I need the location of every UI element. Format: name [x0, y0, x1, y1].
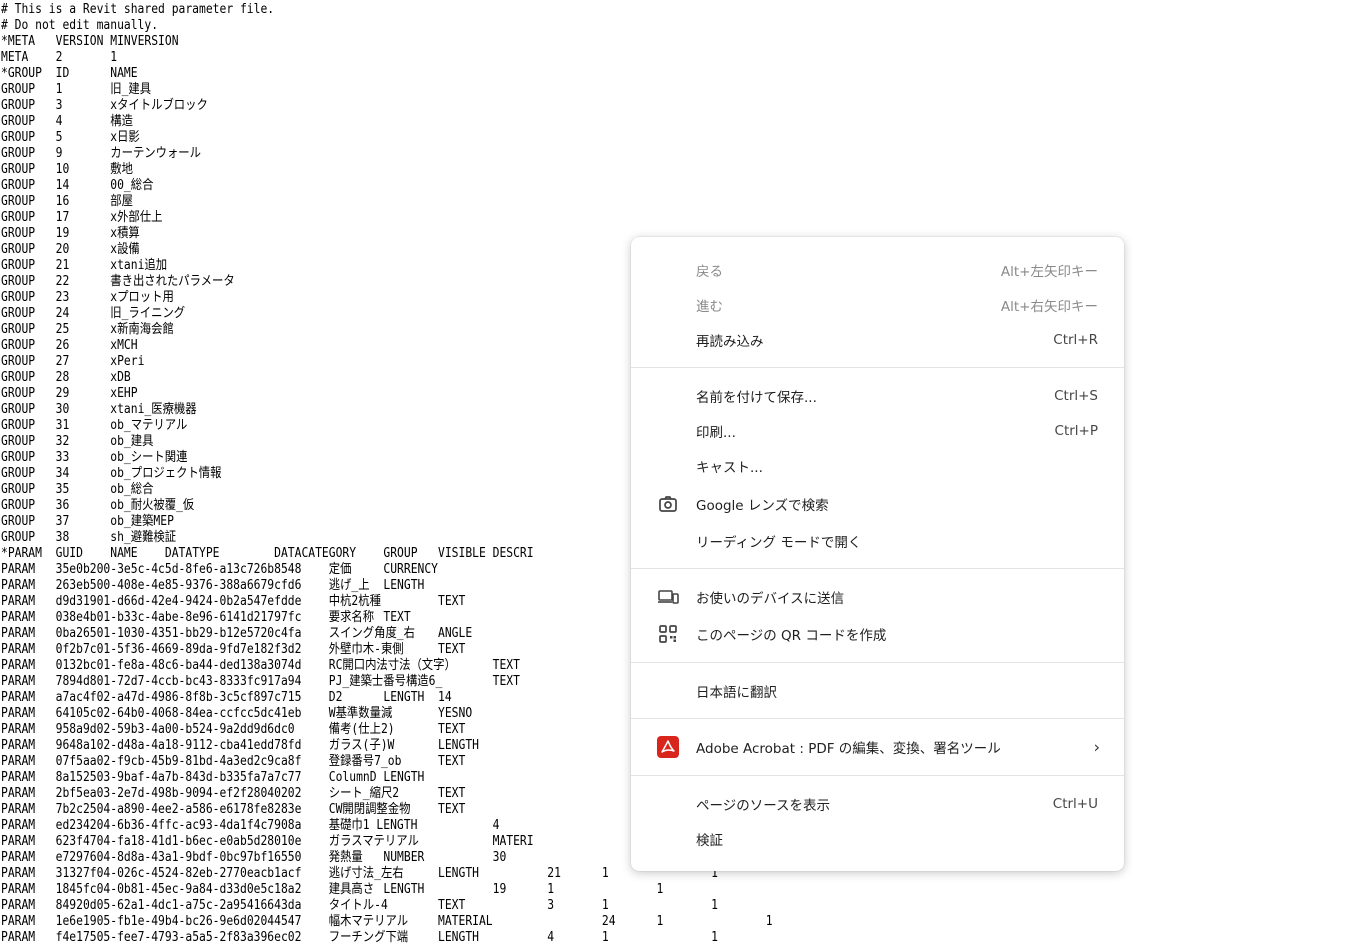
text-line: PARAM 1e6e1905-fb1e-49b4-bc26-9e6d020445… — [1, 914, 773, 929]
menu-item-reload[interactable]: 再読み込み Ctrl+R — [631, 323, 1124, 357]
text-line: *META VERSION MINVERSION — [1, 34, 179, 49]
menu-item-qr-code[interactable]: このページの QR コードを作成 — [631, 617, 1124, 651]
text-line: GROUP 4 構造 — [1, 114, 133, 129]
camera-search-icon — [657, 493, 679, 515]
menu-item-cast[interactable]: キャスト... — [631, 449, 1124, 483]
menu-item-label: 名前を付けて保存... — [696, 390, 817, 406]
menu-item-adobe-acrobat[interactable]: Adobe Acrobat : PDF の編集、変換、署名ツール › — [631, 730, 1124, 764]
menu-item-label: 検証 — [696, 833, 723, 849]
menu-item-label: 戻る — [696, 264, 723, 280]
text-line: GROUP 17 x外部仕上 — [1, 210, 163, 225]
menu-item-shortcut: Ctrl+S — [1054, 388, 1098, 404]
adobe-acrobat-icon — [657, 736, 679, 758]
devices-icon — [657, 586, 679, 608]
menu-item-print[interactable]: 印刷... Ctrl+P — [631, 414, 1124, 448]
menu-separator — [631, 718, 1124, 719]
text-line: *GROUP ID NAME — [1, 66, 138, 81]
menu-item-label: このページの QR コードを作成 — [696, 628, 887, 644]
menu-item-reading-mode[interactable]: リーディング モードで開く — [631, 524, 1124, 558]
menu-item-shortcut: Alt+左矢印キー — [1000, 264, 1098, 280]
menu-item-save-as[interactable]: 名前を付けて保存... Ctrl+S — [631, 379, 1124, 413]
menu-item-translate[interactable]: 日本語に翻訳 — [631, 674, 1124, 708]
text-line: GROUP 1 旧_建具 — [1, 82, 152, 97]
text-line: # This is a Revit shared parameter file. — [1, 2, 275, 17]
menu-item-label: Adobe Acrobat : PDF の編集、変換、署名ツール — [696, 741, 1001, 757]
menu-item-label: Google レンズで検索 — [696, 498, 829, 514]
menu-item-shortcut: Ctrl+P — [1054, 423, 1098, 439]
menu-item-shortcut: Ctrl+R — [1053, 332, 1098, 348]
menu-item-back[interactable]: 戻る Alt+左矢印キー — [631, 253, 1124, 287]
text-line: # Do not edit manually. — [1, 18, 159, 33]
menu-item-label: 再読み込み — [696, 334, 764, 350]
text-line: META 2 1 — [1, 50, 118, 65]
menu-item-label: 進む — [696, 299, 723, 315]
text-line: PARAM 84920d05-62a1-4dc1-a75c-2a95416643… — [1, 898, 718, 913]
text-line: GROUP 14 00_総合 — [1, 178, 154, 193]
menu-item-shortcut: Ctrl+U — [1052, 796, 1098, 812]
menu-item-label: 印刷... — [696, 425, 736, 441]
menu-item-label: キャスト... — [696, 460, 763, 476]
menu-separator — [631, 367, 1124, 368]
qr-code-icon — [657, 623, 679, 645]
menu-item-shortcut: Alt+右矢印キー — [1000, 299, 1098, 315]
text-line: GROUP 16 部屋 — [1, 194, 133, 209]
menu-item-label: ページのソースを表示 — [696, 798, 831, 814]
text-line: PARAM f4e17505-fee7-4793-a5a5-2f83a396ec… — [1, 930, 718, 945]
menu-item-inspect[interactable]: 検証 — [631, 822, 1124, 856]
menu-item-send-to-device[interactable]: お使いのデバイスに送信 — [631, 580, 1124, 614]
menu-item-label: 日本語に翻訳 — [696, 685, 777, 701]
menu-item-forward[interactable]: 進む Alt+右矢印キー — [631, 288, 1124, 322]
context-menu: 戻る Alt+左矢印キー 進む Alt+右矢印キー 再読み込み Ctrl+R 名… — [631, 237, 1124, 871]
menu-separator — [631, 662, 1124, 663]
menu-item-view-source[interactable]: ページのソースを表示 Ctrl+U — [631, 787, 1124, 821]
chevron-right-icon: › — [1093, 737, 1100, 757]
menu-item-google-lens[interactable]: Google レンズで検索 — [631, 487, 1124, 521]
menu-separator — [631, 568, 1124, 569]
text-line: GROUP 9 カーテンウォール — [1, 146, 201, 161]
menu-separator — [631, 775, 1124, 776]
text-line: PARAM 1845fc04-0b81-45ec-9a84-d33d0e5c18… — [1, 882, 664, 897]
menu-item-label: リーディング モードで開く — [696, 535, 862, 551]
text-line: GROUP 5 x日影 — [1, 130, 140, 145]
text-line: GROUP 10 敷地 — [1, 162, 133, 177]
text-line: GROUP 3 xタイトルブロック — [1, 98, 208, 113]
menu-item-label: お使いのデバイスに送信 — [696, 591, 845, 607]
